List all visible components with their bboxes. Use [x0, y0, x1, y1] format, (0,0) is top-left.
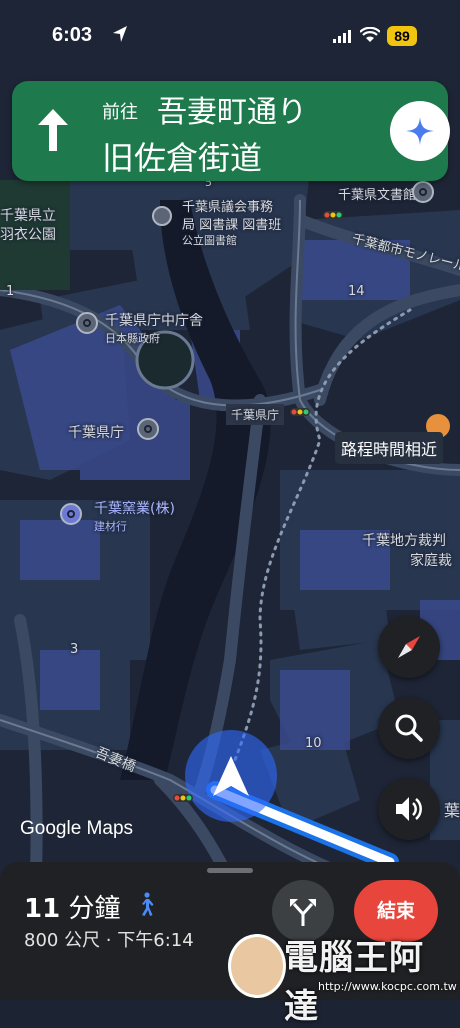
map-number-10: 10 [305, 736, 322, 751]
kiln-sublabel: 建材行 [94, 520, 127, 533]
gemini-button[interactable] [390, 101, 450, 161]
eta-unit: 分鐘 [68, 894, 121, 924]
kencho-label[interactable]: 千葉県庁 [68, 422, 124, 442]
library-label-line3: 公立圖書館 [182, 234, 237, 247]
banner-street: 吾妻町通り [157, 95, 307, 130]
chuo-office-sublabel: 日本縣政府 [105, 332, 160, 345]
chuo-office-label[interactable]: 千葉県庁中庁舎 [105, 310, 203, 330]
map-number-3: 3 [70, 642, 79, 657]
sound-icon [396, 797, 422, 821]
walk-icon [142, 892, 154, 916]
archives-pin-icon[interactable] [412, 181, 434, 203]
library-icon[interactable] [152, 206, 172, 226]
watermark: 電腦王阿達 http://www.kocpc.com.tw [228, 928, 458, 1027]
archives-label[interactable]: 千葉県文書館 [338, 184, 416, 203]
status-bar: 6:03 89 [0, 0, 460, 70]
battery-indicator: 89 [387, 26, 417, 46]
court-label-line1[interactable]: 千葉地方裁判 [362, 530, 446, 550]
kiln-pin-icon[interactable] [60, 503, 82, 525]
google-maps-logo: Google Maps [20, 818, 134, 839]
chuo-office-pin-icon[interactable] [76, 312, 98, 334]
gemini-sparkle-icon [406, 117, 434, 145]
watermark-url: http://www.kocpc.com.tw [318, 980, 457, 993]
straight-arrow-icon [38, 109, 68, 151]
distance-arrival: 800 公尺 · 下午6:14 [24, 930, 194, 951]
mascot-icon [228, 934, 286, 998]
wifi-icon [360, 27, 380, 42]
navigation-banner[interactable]: 前往 吾妻町通り 旧佐倉街道 [12, 81, 450, 181]
search-icon [395, 714, 423, 742]
kencho-station-label[interactable]: 千葉県庁 [226, 404, 285, 425]
banner-road: 旧佐倉街道 [102, 139, 263, 177]
map-number-1: 1 [6, 284, 15, 299]
edge-label: 葉 [444, 801, 460, 820]
search-button[interactable] [378, 697, 440, 759]
kiln-label[interactable]: 千葉窯業(株) [94, 498, 175, 518]
status-time: 6:03 [52, 24, 93, 46]
sheet-handle[interactable] [207, 868, 253, 873]
banner-prefix: 前往 [102, 102, 138, 123]
compass-icon [398, 636, 420, 658]
eta-text: 11 分鐘 [24, 888, 120, 925]
sound-button[interactable] [378, 778, 440, 840]
park-label-line2: 羽衣公園 [0, 227, 56, 243]
library-label-line1[interactable]: 千葉県議会事務 [182, 196, 273, 215]
route-time-callout[interactable]: 路程時間相近 [335, 432, 444, 464]
location-icon [113, 26, 127, 42]
signal-icon [333, 30, 351, 43]
court-label-line2[interactable]: 家庭裁 [410, 550, 452, 570]
park-label-line1: 千葉県立 [0, 208, 56, 224]
compass-button[interactable] [378, 616, 440, 678]
map-number-14: 14 [348, 284, 365, 299]
library-label-line2[interactable]: 局 図書課 図書班 [182, 214, 281, 233]
eta-minutes: 11 [24, 894, 61, 924]
kencho-pin-icon[interactable] [137, 418, 159, 440]
watermark-title: 電腦王阿達 [284, 938, 424, 1027]
